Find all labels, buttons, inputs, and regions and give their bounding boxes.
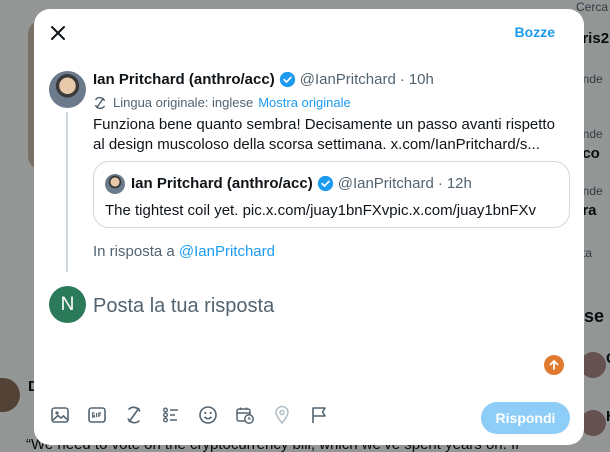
schedule-button[interactable] xyxy=(235,405,255,425)
quoted-tweet-header: Ian Pritchard (anthro/acc) @IanPritchard… xyxy=(131,175,472,192)
media-button[interactable] xyxy=(50,405,70,425)
reply-button[interactable]: Rispondi xyxy=(481,402,570,434)
close-button[interactable] xyxy=(46,21,70,45)
tweet-time[interactable]: 10h xyxy=(409,71,434,88)
reply-dialog: Bozze Ian Pritchard (anthro/acc) @IanPri… xyxy=(34,9,584,445)
flag-button[interactable] xyxy=(309,405,329,425)
author-handle[interactable]: @IanPritchard xyxy=(300,71,396,88)
grok-icon xyxy=(127,406,141,424)
drafts-button[interactable]: Bozze xyxy=(515,24,555,40)
quoted-tweet-text: The tightest coil yet. pic.x.com/juay1bn… xyxy=(105,202,537,219)
gif-button[interactable] xyxy=(87,405,107,425)
quoted-tweet[interactable]: Ian Pritchard (anthro/acc) @IanPritchard… xyxy=(93,161,570,228)
verified-badge-icon xyxy=(317,175,333,192)
flag-icon xyxy=(312,407,326,423)
emoji-icon xyxy=(199,406,217,424)
gif-icon xyxy=(88,407,106,423)
character-progress xyxy=(544,355,564,375)
poll-button[interactable] xyxy=(161,405,181,425)
composer-toolbar xyxy=(50,405,346,425)
separator: · xyxy=(399,71,405,88)
original-language-label: Lingua originale: inglese xyxy=(113,95,254,110)
poll-icon xyxy=(163,407,178,423)
reply-input[interactable] xyxy=(93,292,553,320)
close-icon xyxy=(51,26,65,40)
replying-to-handle[interactable]: @IanPritchard xyxy=(179,243,275,260)
quoted-author-avatar xyxy=(105,174,125,194)
author-avatar[interactable] xyxy=(49,71,86,108)
schedule-icon xyxy=(236,407,254,424)
location-button[interactable] xyxy=(272,405,292,425)
separator: · xyxy=(437,175,443,192)
quoted-author-handle: @IanPritchard xyxy=(337,175,434,192)
quoted-author-name: Ian Pritchard (anthro/acc) xyxy=(131,175,313,192)
thread-line xyxy=(66,112,68,272)
replying-to: In risposta a @IanPritchard xyxy=(93,243,275,260)
replying-to-label: In risposta a xyxy=(93,243,175,260)
grok-button[interactable] xyxy=(124,405,144,425)
emoji-button[interactable] xyxy=(198,405,218,425)
quoted-tweet-time: 12h xyxy=(446,175,472,192)
media-icon xyxy=(51,407,69,423)
show-original-link[interactable]: Mostra originale xyxy=(258,95,351,110)
tweet-header: Ian Pritchard (anthro/acc) @IanPritchard… xyxy=(93,71,434,88)
verified-badge-icon xyxy=(279,71,295,88)
user-avatar[interactable]: N xyxy=(49,286,86,323)
user-avatar-initial: N xyxy=(60,293,75,315)
arrow-up-icon xyxy=(549,360,559,370)
location-icon xyxy=(275,405,289,425)
translate-icon xyxy=(94,96,106,109)
author-name[interactable]: Ian Pritchard (anthro/acc) xyxy=(93,71,275,88)
translation-row: Lingua originale: inglese Mostra origina… xyxy=(93,95,351,110)
tweet-text: Funziona bene quanto sembra! Decisamente… xyxy=(93,116,555,153)
